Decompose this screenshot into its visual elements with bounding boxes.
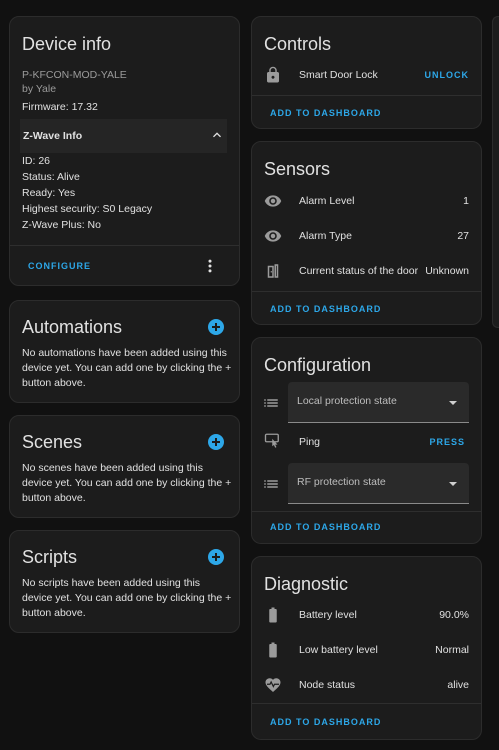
configuration-add-to-dashboard-button[interactable]: ADD TO DASHBOARD	[270, 522, 381, 532]
more-vertical-icon[interactable]	[201, 257, 219, 275]
chevron-up-icon	[213, 132, 221, 138]
device-model: P-KFCON-MOD-YALE	[22, 69, 127, 81]
controls-add-to-dashboard-button[interactable]: ADD TO DASHBOARD	[270, 108, 381, 118]
local-protection-state-select[interactable]: Local protection state	[288, 382, 469, 423]
divider	[10, 245, 239, 246]
unlock-button[interactable]: UNLOCK	[425, 70, 470, 80]
scenes-title: Scenes	[22, 432, 83, 452]
controls-title: Controls	[264, 34, 332, 54]
battery-icon	[269, 607, 277, 623]
zwave-plus: Z-Wave Plus: No	[22, 219, 101, 231]
diag-value-low-battery: Normal	[435, 644, 469, 656]
add-automation-button[interactable]	[208, 319, 224, 335]
device-manufacturer: by Yale	[22, 83, 57, 95]
battery-icon	[269, 642, 277, 658]
divider	[252, 703, 481, 704]
zwave-info-header[interactable]: Z-Wave Info	[20, 119, 227, 153]
sensor-value-alarm-type: 27	[457, 230, 469, 242]
list-icon	[264, 480, 278, 488]
heart-pulse-icon	[265, 678, 281, 693]
automations-title: Automations	[22, 317, 123, 337]
configuration-card: Configuration Local protection state Pin…	[251, 337, 482, 544]
eye-icon	[264, 195, 282, 207]
add-script-button[interactable]	[208, 549, 224, 565]
caret-down-icon	[449, 482, 457, 486]
rf-protection-state-label: RF protection state	[297, 476, 386, 488]
caret-down-icon	[449, 401, 457, 405]
sensors-title: Sensors	[264, 159, 331, 179]
scripts-empty-text: No scripts have been added using this de…	[22, 577, 232, 619]
divider	[252, 291, 481, 292]
add-scene-button[interactable]	[208, 434, 224, 450]
zwave-id: ID: 26	[22, 155, 51, 167]
device-firmware: Firmware: 17.32	[22, 101, 98, 113]
scripts-title: Scripts	[22, 547, 78, 567]
device-info-title: Device info	[22, 34, 112, 54]
configuration-title: Configuration	[264, 355, 372, 375]
rf-protection-state-select[interactable]: RF protection state	[288, 463, 469, 504]
zwave-security: Highest security: S0 Legacy	[22, 203, 153, 215]
ping-label: Ping	[299, 436, 321, 448]
diag-label-battery-level[interactable]: Battery level	[299, 609, 357, 621]
scripts-card: Scripts No scripts have been added using…	[9, 530, 240, 633]
sensor-label-alarm-level[interactable]: Alarm Level	[299, 195, 354, 207]
divider	[252, 511, 481, 512]
zwave-status: Status: Alive	[22, 171, 80, 183]
scenes-empty-text: No scenes have been added using this dev…	[22, 462, 232, 504]
gesture-tap-button-icon	[264, 433, 279, 448]
sensors-add-to-dashboard-button[interactable]: ADD TO DASHBOARD	[270, 304, 381, 314]
sensor-label-door-status[interactable]: Current status of the door	[299, 265, 418, 277]
controls-card: Controls Smart Door Lock UNLOCK ADD TO D…	[251, 16, 482, 129]
diag-value-battery-level: 90.0%	[439, 609, 469, 621]
sensor-value-alarm-level: 1	[463, 195, 469, 207]
smart-door-lock-label: Smart Door Lock	[299, 69, 378, 81]
configure-button[interactable]: CONFIGURE	[28, 261, 91, 271]
device-info-card: Device info P-KFCON-MOD-YALE by Yale Fir…	[9, 16, 240, 286]
automations-card: Automations No automations have been add…	[9, 300, 240, 403]
zwave-ready: Ready: Yes	[22, 187, 76, 199]
scenes-card: Scenes No scenes have been added using t…	[9, 415, 240, 518]
divider	[252, 95, 481, 96]
ping-press-button[interactable]: PRESS	[429, 437, 465, 447]
diagnostic-add-to-dashboard-button[interactable]: ADD TO DASHBOARD	[270, 717, 381, 727]
sensor-value-door-status: Unknown	[425, 265, 469, 277]
offscreen-card-edge	[492, 16, 499, 328]
diag-label-node-status[interactable]: Node status	[299, 679, 355, 691]
diagnostic-card: Diagnostic Battery level 90.0% Low batte…	[251, 556, 482, 740]
sensor-label-alarm-type[interactable]: Alarm Type	[299, 230, 352, 242]
zwave-info-label: Z-Wave Info	[23, 130, 83, 142]
diag-value-node-status: alive	[447, 679, 469, 691]
eye-icon	[264, 230, 282, 242]
lock-icon	[267, 66, 279, 83]
door-icon	[267, 264, 279, 278]
diagnostic-title: Diagnostic	[264, 574, 349, 594]
automations-empty-text: No automations have been added using thi…	[22, 347, 232, 389]
sensors-card: Sensors Alarm Level 1 Alarm Type 27 Curr…	[251, 141, 482, 325]
list-icon	[264, 399, 278, 407]
local-protection-state-label: Local protection state	[297, 395, 397, 407]
diag-label-low-battery[interactable]: Low battery level	[299, 644, 378, 656]
